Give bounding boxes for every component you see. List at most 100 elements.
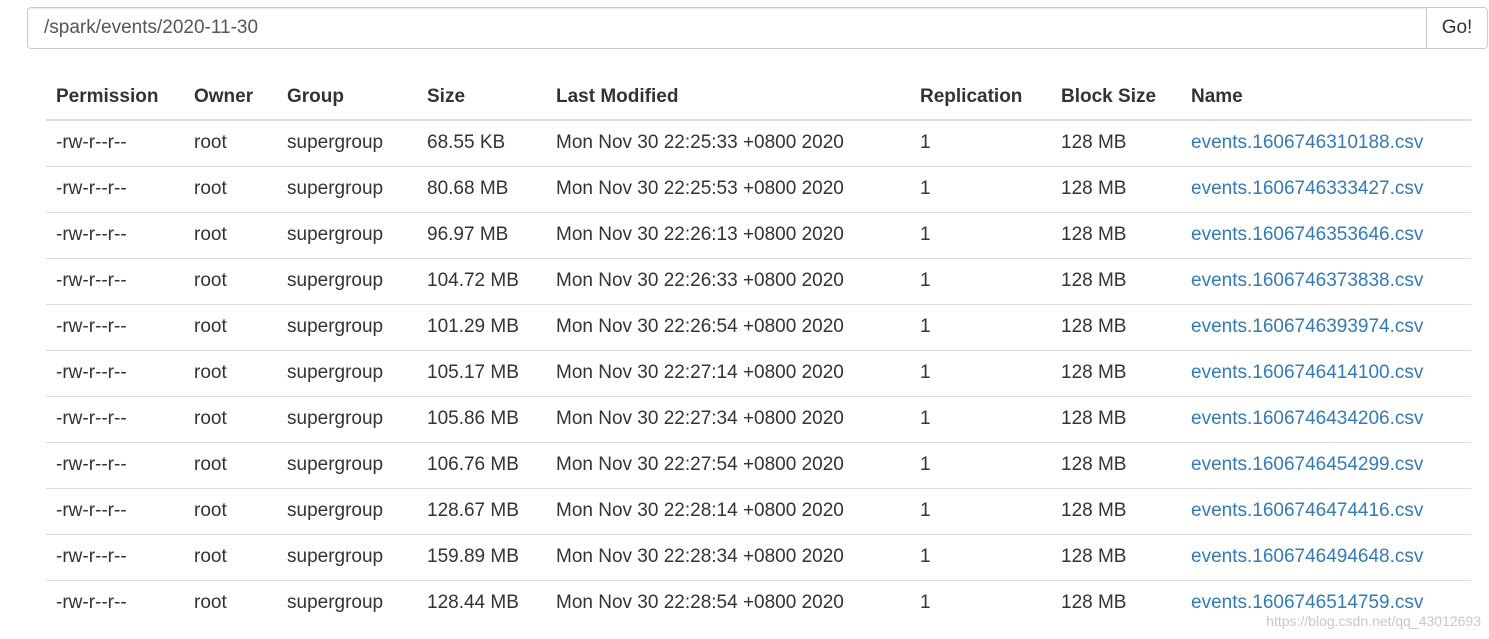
group-cell: supergroup xyxy=(277,257,417,304)
replication-cell: 1 xyxy=(910,533,1051,580)
size-cell: 96.97 MB xyxy=(417,211,546,258)
size-cell: 105.17 MB xyxy=(417,349,546,396)
group-cell: supergroup xyxy=(277,165,417,212)
replication-cell: 1 xyxy=(910,165,1051,212)
replication-cell: 1 xyxy=(910,211,1051,258)
group-cell: supergroup xyxy=(277,349,417,396)
group-cell: supergroup xyxy=(277,487,417,534)
owner-cell: root xyxy=(184,165,277,212)
file-name-cell: events.1606746353646.csv xyxy=(1181,211,1471,258)
owner-cell: root xyxy=(184,211,277,258)
owner-cell: root xyxy=(184,395,277,442)
replication-cell: 1 xyxy=(910,257,1051,304)
owner-cell: root xyxy=(184,533,277,580)
block-size-cell: 128 MB xyxy=(1051,579,1181,626)
block-size-cell: 128 MB xyxy=(1051,349,1181,396)
table-row: -rw-r--r-- root supergroup 128.44 MB Mon Nov… xyxy=(46,579,1471,626)
column-header-replication[interactable]: Replication xyxy=(910,74,1051,121)
file-link[interactable]: events.1606746414100.csv xyxy=(1191,362,1423,383)
last-modified-cell: Mon Nov 30 22:25:53 +0800 2020 xyxy=(546,165,910,212)
permission-cell: -rw-r--r-- xyxy=(46,441,184,488)
last-modified-cell: Mon Nov 30 22:26:33 +0800 2020 xyxy=(546,257,910,304)
file-link[interactable]: events.1606746474416.csv xyxy=(1191,500,1423,521)
table-row: -rw-r--r-- root supergroup 96.97 MB Mon Nov … xyxy=(46,211,1471,258)
last-modified-cell: Mon Nov 30 22:28:14 +0800 2020 xyxy=(546,487,910,534)
last-modified-cell: Mon Nov 30 22:28:34 +0800 2020 xyxy=(546,533,910,580)
column-header-permission[interactable]: Permission xyxy=(46,74,184,121)
permission-cell: -rw-r--r-- xyxy=(46,349,184,396)
block-size-cell: 128 MB xyxy=(1051,395,1181,442)
file-name-cell: events.1606746434206.csv xyxy=(1181,395,1471,442)
file-link[interactable]: events.1606746333427.csv xyxy=(1191,178,1423,199)
permission-cell: -rw-r--r-- xyxy=(56,132,127,154)
table-row: -rw-r--r-- root supergroup 101.29 MB Mon Nov… xyxy=(46,303,1471,350)
go-button[interactable]: Go! xyxy=(1426,7,1488,49)
file-link[interactable]: events.1606746310188.csv xyxy=(1191,132,1423,153)
block-size-cell: 128 MB xyxy=(1051,257,1181,304)
owner-cell: root xyxy=(184,349,277,396)
size-cell: 80.68 MB xyxy=(417,165,546,212)
group-cell: supergroup xyxy=(277,303,417,350)
group-cell: supergroup xyxy=(287,132,384,154)
group-cell: supergroup xyxy=(277,533,417,580)
replication-cell: 1 xyxy=(910,303,1051,350)
file-link[interactable]: events.1606746514759.csv xyxy=(1191,592,1423,613)
file-name-cell: events.1606746373838.csv xyxy=(1181,257,1471,304)
last-modified-cell: Mon Nov 30 22:26:13 +0800 2020 xyxy=(546,211,910,258)
table-row: -rw-r--r-- root supergroup 105.86 MB Mon Nov… xyxy=(46,395,1471,442)
column-header-name[interactable]: Name xyxy=(1181,74,1471,121)
table-row: -rw-r--r-- root supergroup 128.67 MB Mon Nov… xyxy=(46,487,1471,534)
block-size-cell: 128 MB xyxy=(1051,303,1181,350)
block-size-cell: 128 MB xyxy=(1051,533,1181,580)
file-name-cell: events.1606746310188.csv xyxy=(1181,120,1471,166)
replication-cell: 1 xyxy=(910,579,1051,626)
replication-cell: 1 xyxy=(920,132,931,154)
file-name-cell: events.1606746393974.csv xyxy=(1181,303,1471,350)
file-table: Permission Owner Group Size Last Modifie… xyxy=(46,74,1471,626)
column-header-block-size[interactable]: Block Size xyxy=(1051,74,1181,121)
permission-cell: -rw-r--r-- xyxy=(46,211,184,258)
replication-cell: 1 xyxy=(910,349,1051,396)
block-size-cell: 128 MB xyxy=(1061,132,1127,154)
owner-cell: root xyxy=(184,257,277,304)
owner-cell: root xyxy=(184,303,277,350)
file-link[interactable]: events.1606746494648.csv xyxy=(1191,546,1423,567)
block-size-cell: 128 MB xyxy=(1051,441,1181,488)
group-cell: supergroup xyxy=(277,579,417,626)
permission-cell: -rw-r--r-- xyxy=(46,395,184,442)
permission-cell: -rw-r--r-- xyxy=(46,165,184,212)
file-link[interactable]: events.1606746353646.csv xyxy=(1191,224,1423,245)
block-size-cell: 128 MB xyxy=(1051,487,1181,534)
table-header-row: Permission Owner Group Size Last Modifie… xyxy=(46,74,1471,121)
permission-cell: -rw-r--r-- xyxy=(46,533,184,580)
file-name-cell: events.1606746474416.csv xyxy=(1181,487,1471,534)
owner-cell: root xyxy=(184,579,277,626)
size-cell: 128.67 MB xyxy=(417,487,546,534)
column-header-group[interactable]: Group xyxy=(277,74,417,121)
last-modified-cell: Mon Nov 30 22:27:54 +0800 2020 xyxy=(546,441,910,488)
file-name-cell: events.1606746333427.csv xyxy=(1181,165,1471,212)
table-row: -rw-r--r-- root supergroup 159.89 MB Mon Nov… xyxy=(46,533,1471,580)
size-cell: 128.44 MB xyxy=(417,579,546,626)
path-input[interactable] xyxy=(27,7,1426,49)
group-cell: supergroup xyxy=(277,395,417,442)
column-header-size[interactable]: Size xyxy=(417,74,546,121)
replication-cell: 1 xyxy=(910,441,1051,488)
file-link[interactable]: events.1606746434206.csv xyxy=(1191,408,1423,429)
column-header-owner[interactable]: Owner xyxy=(184,74,277,121)
column-header-last-modified[interactable]: Last Modified xyxy=(546,74,910,121)
file-link[interactable]: events.1606746393974.csv xyxy=(1191,316,1423,337)
permission-cell: -rw-r--r-- xyxy=(46,487,184,534)
last-modified-cell: Mon Nov 30 22:27:34 +0800 2020 xyxy=(546,395,910,442)
file-link[interactable]: events.1606746454299.csv xyxy=(1191,454,1423,475)
table-row: -rw-r--r-- root supergroup 80.68 MB Mon Nov … xyxy=(46,165,1471,212)
owner-cell: root xyxy=(184,487,277,534)
file-rows: -rw-r--r-- root supergroup 68.55 KB Mon Nov … xyxy=(46,120,1471,626)
size-cell: 104.72 MB xyxy=(417,257,546,304)
file-link[interactable]: events.1606746373838.csv xyxy=(1191,270,1423,291)
watermark: https://blog.csdn.net/qq_43012693 xyxy=(1266,613,1481,629)
path-bar: Go! xyxy=(27,7,1488,49)
file-name-cell: events.1606746414100.csv xyxy=(1181,349,1471,396)
permission-cell: -rw-r--r-- xyxy=(46,303,184,350)
group-cell: supergroup xyxy=(277,211,417,258)
